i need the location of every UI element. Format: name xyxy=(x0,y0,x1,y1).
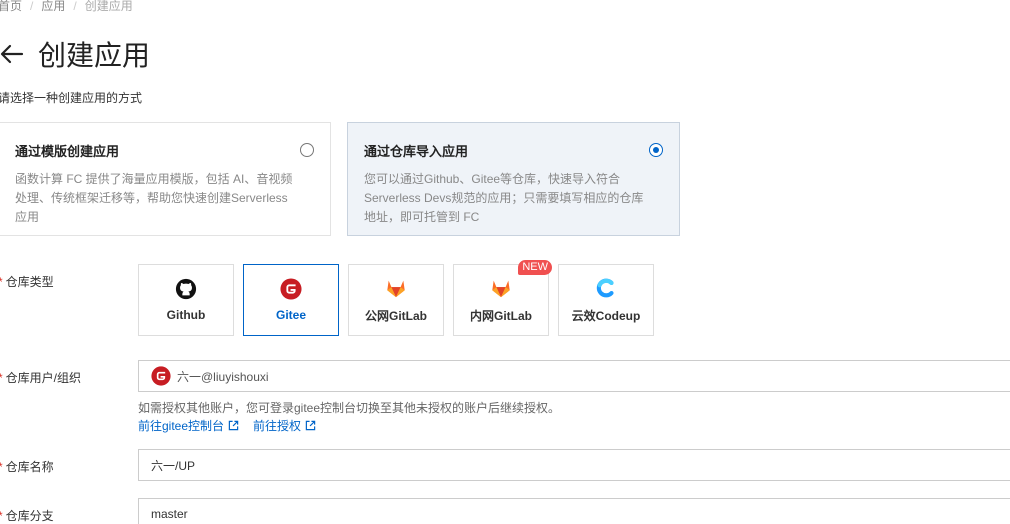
back-arrow-icon[interactable] xyxy=(0,42,24,66)
method-card-title: 通过模版创建应用 xyxy=(15,144,120,159)
required-mark: * xyxy=(0,371,3,385)
repo-option-label: Github xyxy=(166,308,206,322)
repo-name-select[interactable]: 六一/UP xyxy=(138,449,1010,481)
repo-user-hint: 如需授权其他账户，您可登录gitee控制台切换至其他未授权的账户后继续授权。 xyxy=(138,401,561,415)
page-title: 创建应用 xyxy=(38,40,151,71)
repo-option-label: 内网GitLab xyxy=(470,308,532,323)
external-link-icon xyxy=(228,420,239,431)
gitee-icon xyxy=(151,366,171,386)
repo-user-label-text: 仓库用户/组织 xyxy=(5,371,82,385)
repo-option-label: 云效Codeup xyxy=(571,308,641,323)
breadcrumb-home[interactable]: 首页 xyxy=(0,0,22,14)
breadcrumb-current: 创建应用 xyxy=(84,0,133,13)
gitlab-icon xyxy=(387,280,405,297)
repo-branch-label-text: 仓库分支 xyxy=(5,509,54,523)
method-card-template[interactable]: 通过模版创建应用 函数计算 FC 提供了海量应用模版，包括 AI、音视频处理、传… xyxy=(0,122,331,236)
repo-name-value: 六一/UP xyxy=(151,458,196,473)
breadcrumb-separator: / xyxy=(73,0,77,13)
gitee-icon xyxy=(280,278,302,300)
repo-option-github[interactable]: Github xyxy=(138,264,234,336)
repo-option-label: Gitee xyxy=(275,308,306,322)
new-badge: NEW xyxy=(518,260,552,275)
repo-name-label: *仓库名称 xyxy=(0,458,54,475)
authorize-link[interactable]: 前往授权 xyxy=(253,417,316,434)
repo-user-label: *仓库用户/组织 xyxy=(0,369,81,386)
authorize-link-text: 前往授权 xyxy=(253,419,302,433)
gitee-console-link[interactable]: 前往gitee控制台 xyxy=(138,417,239,434)
repo-type-label: *仓库类型 xyxy=(0,273,54,290)
repo-branch-select[interactable]: master xyxy=(138,498,1010,524)
repo-type-label-text: 仓库类型 xyxy=(5,275,54,289)
repo-option-codeup[interactable]: 云效Codeup xyxy=(558,264,654,336)
gitlab-icon xyxy=(492,280,510,297)
method-label: 请选择一种创建应用的方式 xyxy=(0,91,143,105)
required-mark: * xyxy=(0,460,3,474)
breadcrumb-separator: / xyxy=(30,0,34,13)
repo-name-label-text: 仓库名称 xyxy=(5,460,54,474)
repo-branch-label: *仓库分支 xyxy=(0,507,54,524)
repo-type-options: Github Gitee 公网GitLab NEW 内网GitLab 云效Cod… xyxy=(138,260,654,336)
repo-option-gitee[interactable]: Gitee xyxy=(243,264,339,336)
repo-option-label: 公网GitLab xyxy=(365,308,427,323)
gitee-console-link-text: 前往gitee控制台 xyxy=(138,419,225,433)
github-icon xyxy=(175,278,197,300)
method-card-desc: 您可以通过Github、Gitee等仓库，快速导入符合Serverless De… xyxy=(364,172,644,224)
method-radio-template[interactable] xyxy=(300,143,314,157)
repo-branch-value: master xyxy=(151,507,188,521)
breadcrumb-apps[interactable]: 应用 xyxy=(41,0,65,14)
repo-user-select[interactable]: 六一@liuyishouxi xyxy=(138,360,1010,392)
repo-option-public-gitlab[interactable]: 公网GitLab xyxy=(348,264,444,336)
method-radio-repo[interactable] xyxy=(649,143,663,157)
external-link-icon xyxy=(305,420,316,431)
method-card-desc: 函数计算 FC 提供了海量应用模版，包括 AI、音视频处理、传统框架迁移等，帮助… xyxy=(15,172,293,224)
breadcrumb: 首页 / 应用 / 创建应用 xyxy=(0,0,133,14)
repo-user-value: 六一@liuyishouxi xyxy=(177,369,269,384)
codeup-icon xyxy=(596,278,614,297)
required-mark: * xyxy=(0,509,3,523)
method-card-repo[interactable]: 通过仓库导入应用 您可以通过Github、Gitee等仓库，快速导入符合Serv… xyxy=(347,122,680,236)
required-mark: * xyxy=(0,275,3,289)
method-card-title: 通过仓库导入应用 xyxy=(364,144,469,159)
page-header: 创建应用 xyxy=(0,34,150,74)
repo-user-links: 前往gitee控制台 前往授权 xyxy=(138,417,316,434)
repo-option-private-gitlab[interactable]: NEW 内网GitLab xyxy=(453,260,552,336)
